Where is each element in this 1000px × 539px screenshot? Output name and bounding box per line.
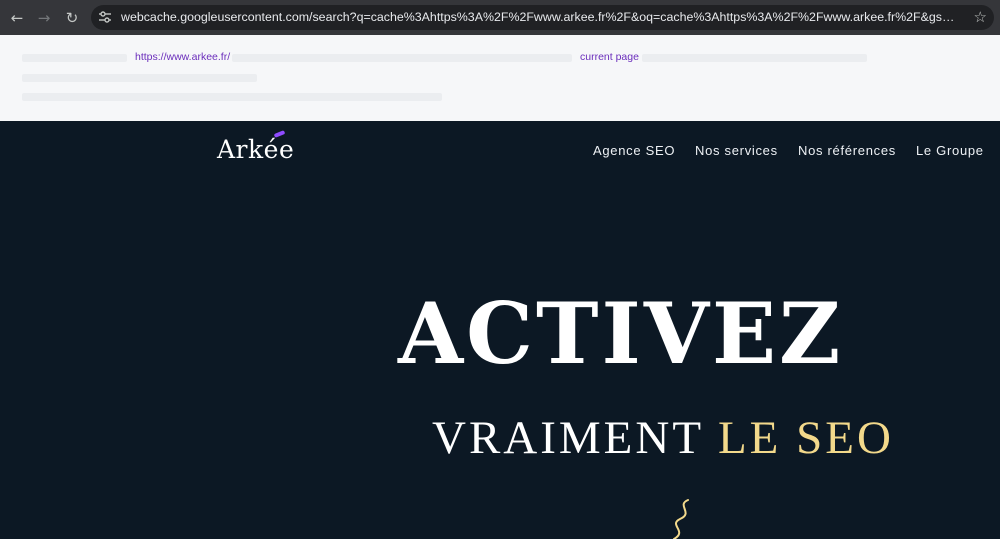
hero-subtitle-plain: VRAIMENT xyxy=(432,412,718,464)
nav-item-nos-references[interactable]: Nos références xyxy=(798,143,896,158)
url-text[interactable]: webcache.googleusercontent.com/search?q=… xyxy=(121,10,961,25)
hero-subtitle-highlight: LE SEO xyxy=(717,412,894,464)
hero-subtitle: VRAIMENT LE SEO xyxy=(432,411,894,466)
squiggle-decoration-icon xyxy=(673,499,689,539)
back-icon[interactable]: ← xyxy=(7,8,27,28)
site-logo[interactable]: Arkée xyxy=(217,135,294,164)
website-content: Arkée Agence SEO Nos services Nos référe… xyxy=(0,121,1000,539)
hero-title: ACTIVEZ xyxy=(398,284,844,383)
faded-text xyxy=(22,74,257,82)
nav-item-nos-services[interactable]: Nos services xyxy=(695,143,778,158)
browser-toolbar: ← → ↻ webcache.googleusercontent.com/sea… xyxy=(0,0,1000,35)
forward-icon[interactable]: → xyxy=(34,8,54,28)
site-info-icon[interactable] xyxy=(97,9,113,25)
nav-item-agence-seo[interactable]: Agence SEO xyxy=(593,143,675,158)
cache-banner: https://www.arkee.fr/ current page xyxy=(0,35,1000,121)
nav-item-le-groupe[interactable]: Le Groupe xyxy=(916,143,984,158)
current-page-link[interactable]: current page xyxy=(580,51,639,63)
address-bar[interactable]: webcache.googleusercontent.com/search?q=… xyxy=(91,5,994,30)
reload-icon[interactable]: ↻ xyxy=(62,8,82,28)
faded-text xyxy=(22,93,442,101)
faded-text xyxy=(642,54,867,62)
bookmark-star-icon[interactable]: ☆ xyxy=(974,8,987,26)
faded-text xyxy=(232,54,572,62)
faded-text xyxy=(22,54,127,62)
cache-url-link[interactable]: https://www.arkee.fr/ xyxy=(135,51,230,63)
